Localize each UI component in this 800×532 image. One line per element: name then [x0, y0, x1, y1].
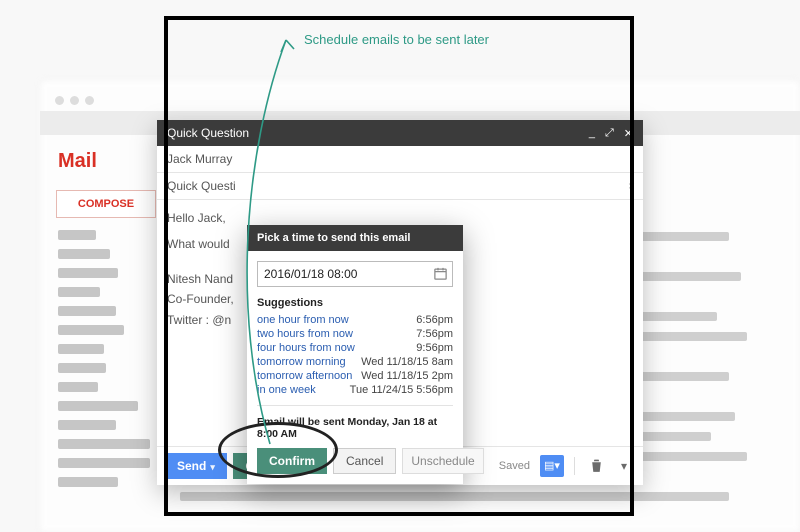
suggestion-row[interactable]: tomorrow afternoon Wed 11/18/15 2pm — [257, 369, 453, 383]
schedule-popup: Pick a time to send this email Suggestio… — [247, 225, 463, 484]
recipient-text: Jack Murray — [167, 152, 232, 166]
minimize-icon[interactable]: _ — [589, 127, 595, 139]
suggestion-link: four hours from now — [257, 342, 355, 354]
suggestions-header: Suggestions — [257, 297, 453, 309]
recipient-row[interactable]: Jack Murray — [157, 146, 643, 173]
send-button[interactable]: Send — [165, 453, 227, 479]
suggestion-link: one hour from now — [257, 314, 349, 326]
toolbar-divider — [574, 457, 575, 475]
unschedule-button[interactable]: Unschedule — [402, 448, 483, 474]
subject-text: Quick Questi — [167, 179, 236, 193]
more-menu-icon[interactable]: ▾ — [613, 455, 635, 477]
suggestion-link: two hours from now — [257, 328, 353, 340]
subject-row[interactable]: Quick Questi × — [157, 173, 643, 200]
confirm-button[interactable]: Confirm — [257, 448, 327, 474]
datetime-input[interactable] — [257, 261, 453, 287]
popup-title: Pick a time to send this email — [247, 225, 463, 251]
schedule-status: Email will be sent Monday, Jan 18 at 8:0… — [247, 416, 463, 448]
suggestion-time: Wed 11/18/15 8am — [361, 356, 453, 368]
cancel-button[interactable]: Cancel — [333, 448, 396, 474]
suggestion-time: Tue 11/24/15 5:56pm — [350, 384, 453, 396]
template-button[interactable]: ▤▾ — [540, 455, 564, 477]
suggestion-link: tomorrow afternoon — [257, 370, 352, 382]
expand-icon[interactable]: ⤢ — [605, 127, 614, 140]
suggestion-row[interactable]: one hour from now 6:56pm — [257, 313, 453, 327]
compose-title: Quick Question — [167, 126, 249, 140]
suggestion-link: tomorrow morning — [257, 356, 346, 368]
calendar-icon[interactable] — [433, 266, 448, 284]
suggestion-link: in one week — [257, 384, 316, 396]
window-traffic-lights — [55, 96, 94, 105]
suggestion-row[interactable]: four hours from now 9:56pm — [257, 341, 453, 355]
close-icon[interactable]: ✕ — [624, 127, 633, 140]
compose-button-bg: COMPOSE — [56, 190, 156, 218]
trash-icon[interactable] — [585, 455, 607, 477]
suggestion-time: 7:56pm — [416, 328, 453, 340]
suggestion-time: 6:56pm — [416, 314, 453, 326]
sidebar-folder-list — [58, 230, 150, 487]
subject-close-icon[interactable]: × — [628, 179, 635, 193]
annotation-label: Schedule emails to be sent later — [304, 32, 489, 47]
saved-indicator: Saved — [499, 460, 530, 472]
compose-titlebar[interactable]: Quick Question _ ⤢ ✕ — [157, 120, 643, 146]
suggestion-time: Wed 11/18/15 2pm — [361, 370, 453, 382]
suggestion-row[interactable]: two hours from now 7:56pm — [257, 327, 453, 341]
suggestion-row[interactable]: tomorrow morning Wed 11/18/15 8am — [257, 355, 453, 369]
suggestion-time: 9:56pm — [416, 342, 453, 354]
suggestion-row[interactable]: in one week Tue 11/24/15 5:56pm — [257, 383, 453, 397]
app-logo: Mail — [58, 150, 97, 173]
